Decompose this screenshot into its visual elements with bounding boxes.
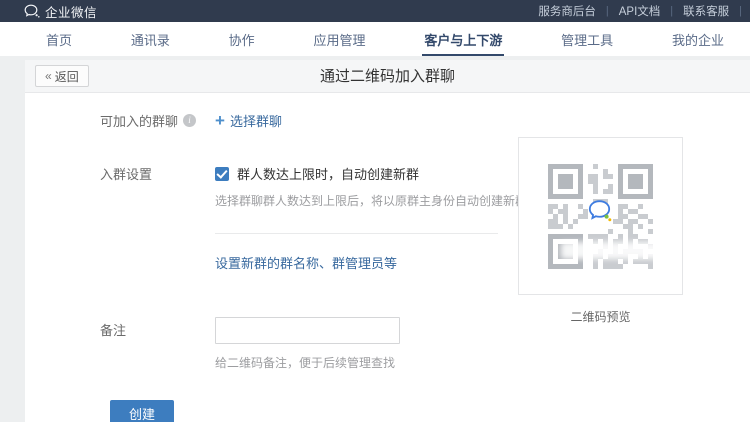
divider [215, 233, 498, 234]
contact-support-link[interactable]: 联系客服 [673, 3, 739, 19]
nav-item-home[interactable]: 首页 [44, 22, 74, 56]
qr-blurred-watermark [561, 242, 673, 259]
panel-header: « 返回 通过二维码加入群聊 [25, 60, 750, 93]
separator: | [739, 5, 742, 17]
content-area: « 返回 通过二维码加入群聊 可加入的群聊 i + 选择群聊 [0, 56, 750, 422]
provider-console-link[interactable]: 服务商后台 [528, 3, 606, 19]
back-button[interactable]: « 返回 [35, 65, 89, 87]
nav-item-my-company[interactable]: 我的企业 [670, 22, 726, 56]
info-icon[interactable]: i [183, 114, 196, 127]
qr-preview-section: 二维码预览 [518, 137, 683, 325]
wecom-logo[interactable]: 企业微信 [24, 2, 97, 21]
joinable-groups-row: 可加入的群聊 i + 选择群聊 [25, 93, 750, 131]
page-title: 通过二维码加入群聊 [25, 60, 750, 93]
nav-item-apps[interactable]: 应用管理 [311, 22, 367, 56]
topbar-links: 服务商后台 | API文档 | 联系客服 | [528, 0, 742, 22]
nav-item-tools[interactable]: 管理工具 [559, 22, 615, 56]
back-caret-icon: « [45, 69, 52, 83]
logo-text: 企业微信 [45, 2, 97, 21]
plus-icon: + [215, 114, 225, 127]
join-settings-label: 入群设置 [100, 164, 215, 183]
main-nav: 首页 通讯录 协作 应用管理 客户与上下游 管理工具 我的企业 [0, 22, 750, 56]
nav-item-collaboration[interactable]: 协作 [227, 22, 257, 56]
topbar: 企业微信 服务商后台 | API文档 | 联系客服 | [0, 0, 750, 22]
qr-preview-box [518, 137, 683, 295]
remark-hint: 给二维码备注，便于后续管理查找 [215, 354, 750, 371]
nav-item-customers[interactable]: 客户与上下游 [422, 22, 504, 56]
qr-preview-caption: 二维码预览 [518, 308, 683, 325]
main-panel: « 返回 通过二维码加入群聊 可加入的群聊 i + 选择群聊 [25, 60, 750, 422]
remark-row: 备注 给二维码备注，便于后续管理查找 [25, 317, 750, 371]
joinable-groups-label-text: 可加入的群聊 [100, 111, 178, 130]
create-button[interactable]: 创建 [110, 400, 174, 422]
auto-create-checkbox[interactable] [215, 167, 229, 181]
wecom-bubble-icon [588, 199, 614, 228]
new-group-settings-link[interactable]: 设置新群的群名称、群管理员等 [215, 253, 397, 272]
joinable-groups-label: 可加入的群聊 i [100, 111, 215, 130]
select-group-link-text: 选择群聊 [230, 111, 282, 130]
remark-input[interactable] [215, 317, 400, 344]
wecom-bubble-icon [24, 4, 40, 18]
auto-create-checkbox-label[interactable]: 群人数达上限时，自动创建新群 [237, 164, 419, 183]
wecom-admin-screen: 企业微信 服务商后台 | API文档 | 联系客服 | 首页 通讯录 协作 应用… [0, 0, 750, 422]
select-group-link[interactable]: + 选择群聊 [215, 111, 282, 130]
nav-item-contacts[interactable]: 通讯录 [129, 22, 172, 56]
back-label: 返回 [55, 68, 79, 85]
api-docs-link[interactable]: API文档 [609, 3, 671, 19]
remark-label: 备注 [100, 317, 215, 344]
